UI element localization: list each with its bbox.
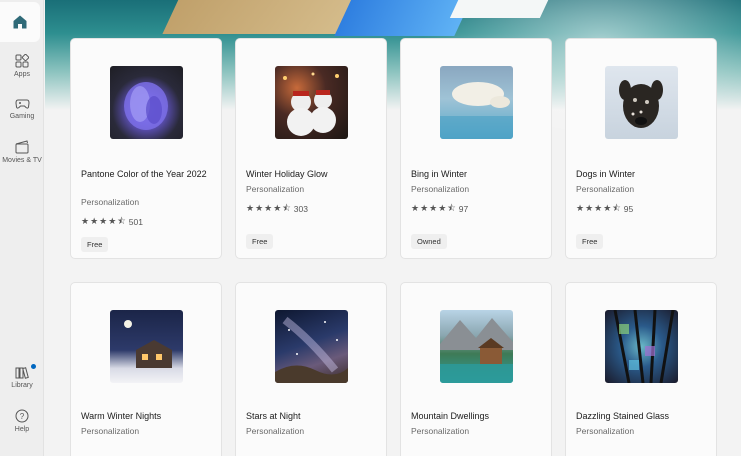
product-card[interactable]: Bing in Winter Personalization ★★★★⯪ 97 … bbox=[400, 38, 552, 259]
update-indicator-dot bbox=[31, 364, 36, 369]
home-icon bbox=[13, 15, 27, 29]
product-rating: ★★★★⯪ 95 bbox=[576, 201, 633, 217]
rating-count: 95 bbox=[623, 204, 634, 214]
product-thumbnail bbox=[275, 66, 348, 139]
product-thumbnail bbox=[605, 310, 678, 383]
product-card[interactable]: Warm Winter Nights Personalization bbox=[70, 282, 222, 456]
product-category: Personalization bbox=[246, 184, 305, 194]
gamepad-icon bbox=[14, 99, 30, 109]
product-card[interactable]: Stars at Night Personalization bbox=[235, 282, 387, 456]
nav-help-label: Help bbox=[14, 426, 30, 433]
price-badge: Free bbox=[576, 234, 604, 249]
product-category: Personalization bbox=[411, 184, 470, 194]
nav-apps[interactable]: Apps bbox=[0, 54, 44, 78]
main-content: Pantone Color of the Year 2022 Personali… bbox=[45, 0, 741, 456]
library-icon bbox=[15, 367, 29, 379]
product-title: Bing in Winter bbox=[411, 169, 468, 179]
product-title: Dazzling Stained Glass bbox=[576, 411, 670, 421]
apps-icon bbox=[15, 54, 29, 68]
star-rating-icon: ★★★★⯪ bbox=[246, 203, 292, 213]
product-title: Mountain Dwellings bbox=[411, 411, 490, 421]
product-title: Dogs in Winter bbox=[576, 169, 636, 179]
rating-count: 97 bbox=[458, 204, 469, 214]
product-card[interactable]: Winter Holiday Glow Personalization ★★★★… bbox=[235, 38, 387, 259]
product-rating: ★★★★⯪ 303 bbox=[246, 201, 308, 217]
rating-count: 501 bbox=[128, 217, 143, 227]
product-category: Personalization bbox=[576, 184, 635, 194]
product-category: Personalization bbox=[411, 426, 470, 436]
product-category: Personalization bbox=[246, 426, 305, 436]
product-rating: ★★★★⯪ 97 bbox=[411, 201, 468, 217]
star-rating-icon: ★★★★⯪ bbox=[576, 203, 622, 213]
nav-movies-tv[interactable]: Movies & TV bbox=[0, 140, 44, 164]
star-rating-icon: ★★★★⯪ bbox=[81, 216, 127, 226]
nav-help[interactable]: ? Help bbox=[0, 409, 44, 433]
ownership-badge: Owned bbox=[411, 234, 447, 249]
price-badge: Free bbox=[81, 237, 109, 252]
product-thumbnail bbox=[440, 310, 513, 383]
product-card[interactable]: Dogs in Winter Personalization ★★★★⯪ 95 … bbox=[565, 38, 717, 259]
sidebar: Apps Gaming Movies & TV Library ? Help bbox=[0, 0, 44, 456]
product-category: Personalization bbox=[576, 426, 635, 436]
product-thumbnail bbox=[110, 310, 183, 383]
product-title: Winter Holiday Glow bbox=[246, 169, 328, 179]
svg-text:?: ? bbox=[20, 412, 25, 421]
help-icon: ? bbox=[15, 409, 29, 423]
film-icon bbox=[15, 140, 29, 154]
nav-library-label: Library bbox=[11, 382, 33, 389]
product-category: Personalization bbox=[81, 197, 140, 207]
nav-gaming-label: Gaming bbox=[9, 113, 35, 120]
product-card[interactable]: Pantone Color of the Year 2022 Personali… bbox=[70, 38, 222, 259]
product-card[interactable]: Dazzling Stained Glass Personalization bbox=[565, 282, 717, 456]
product-thumbnail bbox=[275, 310, 348, 383]
nav-home[interactable] bbox=[0, 2, 40, 42]
price-badge: Free bbox=[246, 234, 274, 249]
product-rating: ★★★★⯪ 501 bbox=[81, 214, 143, 230]
product-thumbnail bbox=[110, 66, 183, 139]
product-category: Personalization bbox=[81, 426, 140, 436]
product-card[interactable]: Mountain Dwellings Personalization bbox=[400, 282, 552, 456]
nav-apps-label: Apps bbox=[14, 71, 30, 78]
nav-gaming[interactable]: Gaming bbox=[0, 97, 44, 120]
nav-library[interactable]: Library bbox=[0, 366, 44, 389]
nav-movies-tv-label: Movies & TV bbox=[2, 157, 42, 164]
product-thumbnail bbox=[605, 66, 678, 139]
product-title: Warm Winter Nights bbox=[81, 411, 162, 421]
star-rating-icon: ★★★★⯪ bbox=[411, 203, 457, 213]
rating-count: 303 bbox=[293, 204, 308, 214]
product-thumbnail bbox=[440, 66, 513, 139]
product-title: Pantone Color of the Year 2022 bbox=[81, 169, 207, 179]
product-title: Stars at Night bbox=[246, 411, 301, 421]
